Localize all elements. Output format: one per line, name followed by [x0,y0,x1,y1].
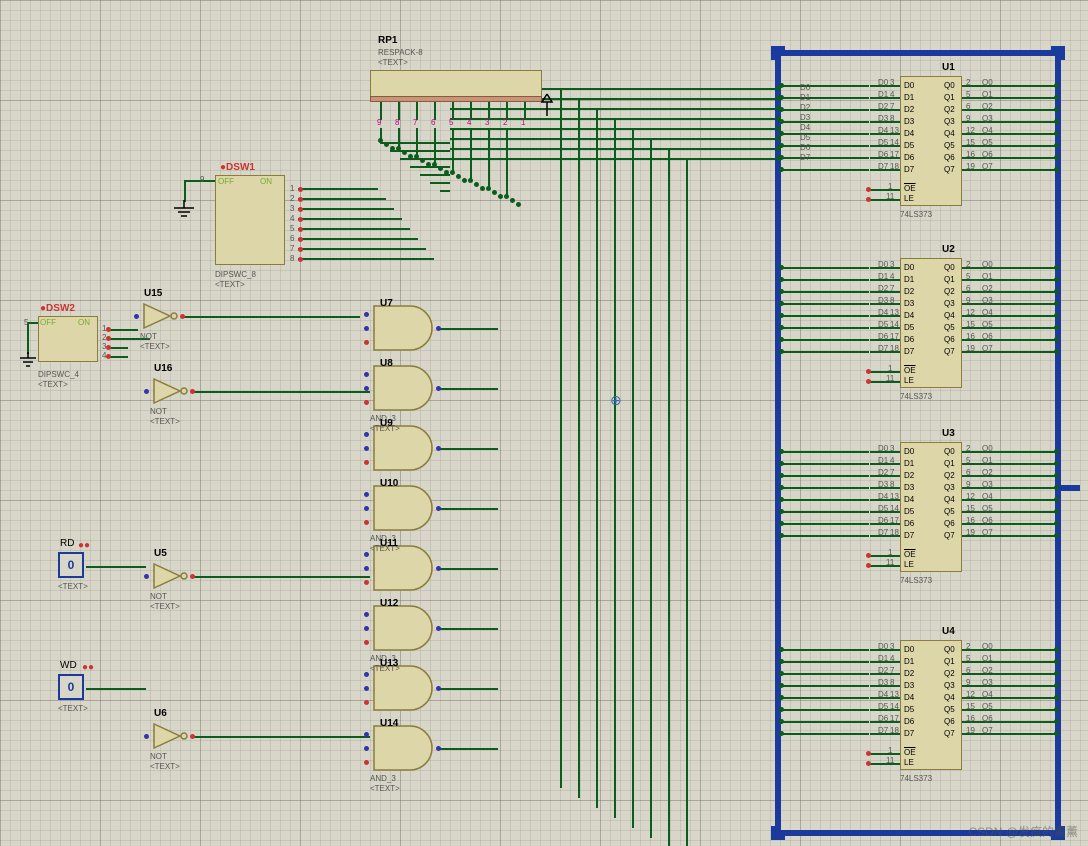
latch-u2-ref: U2 [942,244,955,255]
rp1-ref: RP1 [378,35,397,46]
dsw2-text: <TEXT> [38,380,68,389]
dsw1-text: <TEXT> [215,280,245,289]
rp1-part: RESPACK-8 [378,48,423,57]
dsw1-part: DIPSWC_8 [215,270,256,279]
wd-value[interactable]: 0 [58,674,84,700]
latch-u4-ref: U4 [942,626,955,637]
and-u14-ref: U14 [380,718,398,729]
bus-net-5: D5 [800,133,810,142]
watermark: CSDN @发疯的薰薰 [968,823,1078,840]
and-u11-ref: U11 [380,538,398,549]
inverter-u5[interactable] [150,562,192,590]
origin-marker: ⊕ [610,392,622,409]
dsw1-ref: ●DSW1 [220,162,255,173]
and-u8-ref: U8 [380,358,393,369]
power-icon [540,92,554,116]
inverter-u6-ref: U6 [154,708,167,719]
and-u13-ref: U13 [380,658,398,669]
inverter-u16-ref: U16 [154,363,172,374]
and-u7-ref: U7 [380,298,393,309]
dsw2-part: DIPSWC_4 [38,370,79,379]
dsw1-body[interactable] [215,175,285,265]
latch-u1-ref: U1 [942,62,955,73]
bus-net-7: D7 [800,153,810,162]
inverter-u15[interactable] [140,302,182,330]
bus-net-3: D3 [800,113,810,122]
and-u10-ref: U10 [380,478,398,489]
inverter-u6[interactable] [150,722,192,750]
schematic-canvas[interactable]: ⊕ RP1 RESPACK-8 <TEXT> ●DSW1 OFF ON DIPS… [0,0,1088,846]
dsw2-ref: ●DSW2 [40,303,75,314]
rp1-text: <TEXT> [378,58,408,67]
ground-icon [172,200,196,220]
bus-net-4: D4 [800,123,810,132]
inverter-u16[interactable] [150,377,192,405]
bus-net-6: D6 [800,143,810,152]
and-u9-ref: U9 [380,418,393,429]
bus-top [775,50,1061,56]
rd-label: RD [60,538,74,549]
inverter-u5-ref: U5 [154,548,167,559]
inverter-u15-ref: U15 [144,288,162,299]
rd-value[interactable]: 0 [58,552,84,578]
and-u12-ref: U12 [380,598,398,609]
bus-net-2: D2 [800,103,810,112]
bus-net-0: D0 [800,83,810,92]
bus-net-1: D1 [800,93,810,102]
ground-icon-2 [18,352,38,368]
wd-label: WD [60,660,77,671]
latch-u3-ref: U3 [942,428,955,439]
